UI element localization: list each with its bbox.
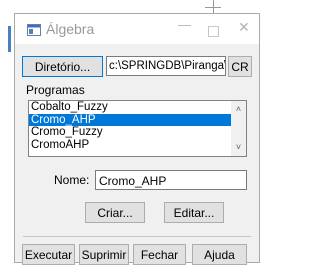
edit-button[interactable]: Editar... (164, 202, 224, 223)
create-button-label: Criar... (97, 205, 133, 220)
help-button-label: Ajuda (204, 247, 235, 262)
help-button[interactable]: Ajuda (192, 244, 247, 265)
program-list-item[interactable]: CromoAHP (29, 139, 246, 152)
algebra-dialog: Álgebra — ✕ Diretório... c:\SPRINGDB\Pir… (14, 13, 260, 265)
program-list-item[interactable]: Cromo_Fuzzy (29, 126, 246, 139)
name-field[interactable]: Cromo_AHP (95, 170, 247, 190)
program-list-item-selected[interactable]: Cromo_AHP (29, 113, 246, 126)
directory-button-label: Diretório... (34, 59, 91, 74)
delete-button[interactable]: Suprimir (79, 244, 129, 265)
footer-divider (23, 236, 251, 237)
app-window-icon (27, 24, 41, 36)
minimize-icon[interactable]: — (178, 17, 191, 32)
programs-listbox[interactable]: Cobalto_Fuzzy Cromo_AHP Cromo_Fuzzy Crom… (28, 100, 247, 157)
directory-path-field[interactable]: c:\SPRINGDB\Piranga\Pi (106, 56, 226, 76)
create-button[interactable]: Criar... (85, 202, 145, 223)
background-window-edge (8, 26, 11, 52)
execute-button-label: Executar (24, 247, 73, 262)
programs-label: Programas (26, 83, 85, 97)
programs-scrollbar[interactable]: ˄ ˅ (231, 101, 246, 156)
cursor-crosshair-horizontal (205, 7, 221, 8)
title-bar[interactable]: Álgebra — ✕ (15, 14, 259, 44)
delete-button-label: Suprimir (81, 247, 127, 262)
directory-button[interactable]: Diretório... (22, 56, 103, 77)
maximize-icon[interactable] (208, 26, 219, 37)
close-button[interactable]: Fechar (133, 244, 186, 265)
window-title: Álgebra (46, 21, 95, 37)
scroll-up-icon[interactable]: ˄ (231, 104, 246, 114)
cr-button-label: CR (231, 59, 249, 74)
close-icon[interactable]: ✕ (238, 19, 250, 36)
cr-button[interactable]: CR (228, 56, 252, 77)
execute-button[interactable]: Executar (22, 244, 75, 265)
edit-button-label: Editar... (173, 205, 215, 220)
name-label: Nome: (54, 173, 90, 187)
scroll-down-icon[interactable]: ˅ (231, 142, 246, 152)
close-button-label: Fechar (140, 247, 179, 262)
program-list-item[interactable]: Cobalto_Fuzzy (29, 101, 246, 114)
